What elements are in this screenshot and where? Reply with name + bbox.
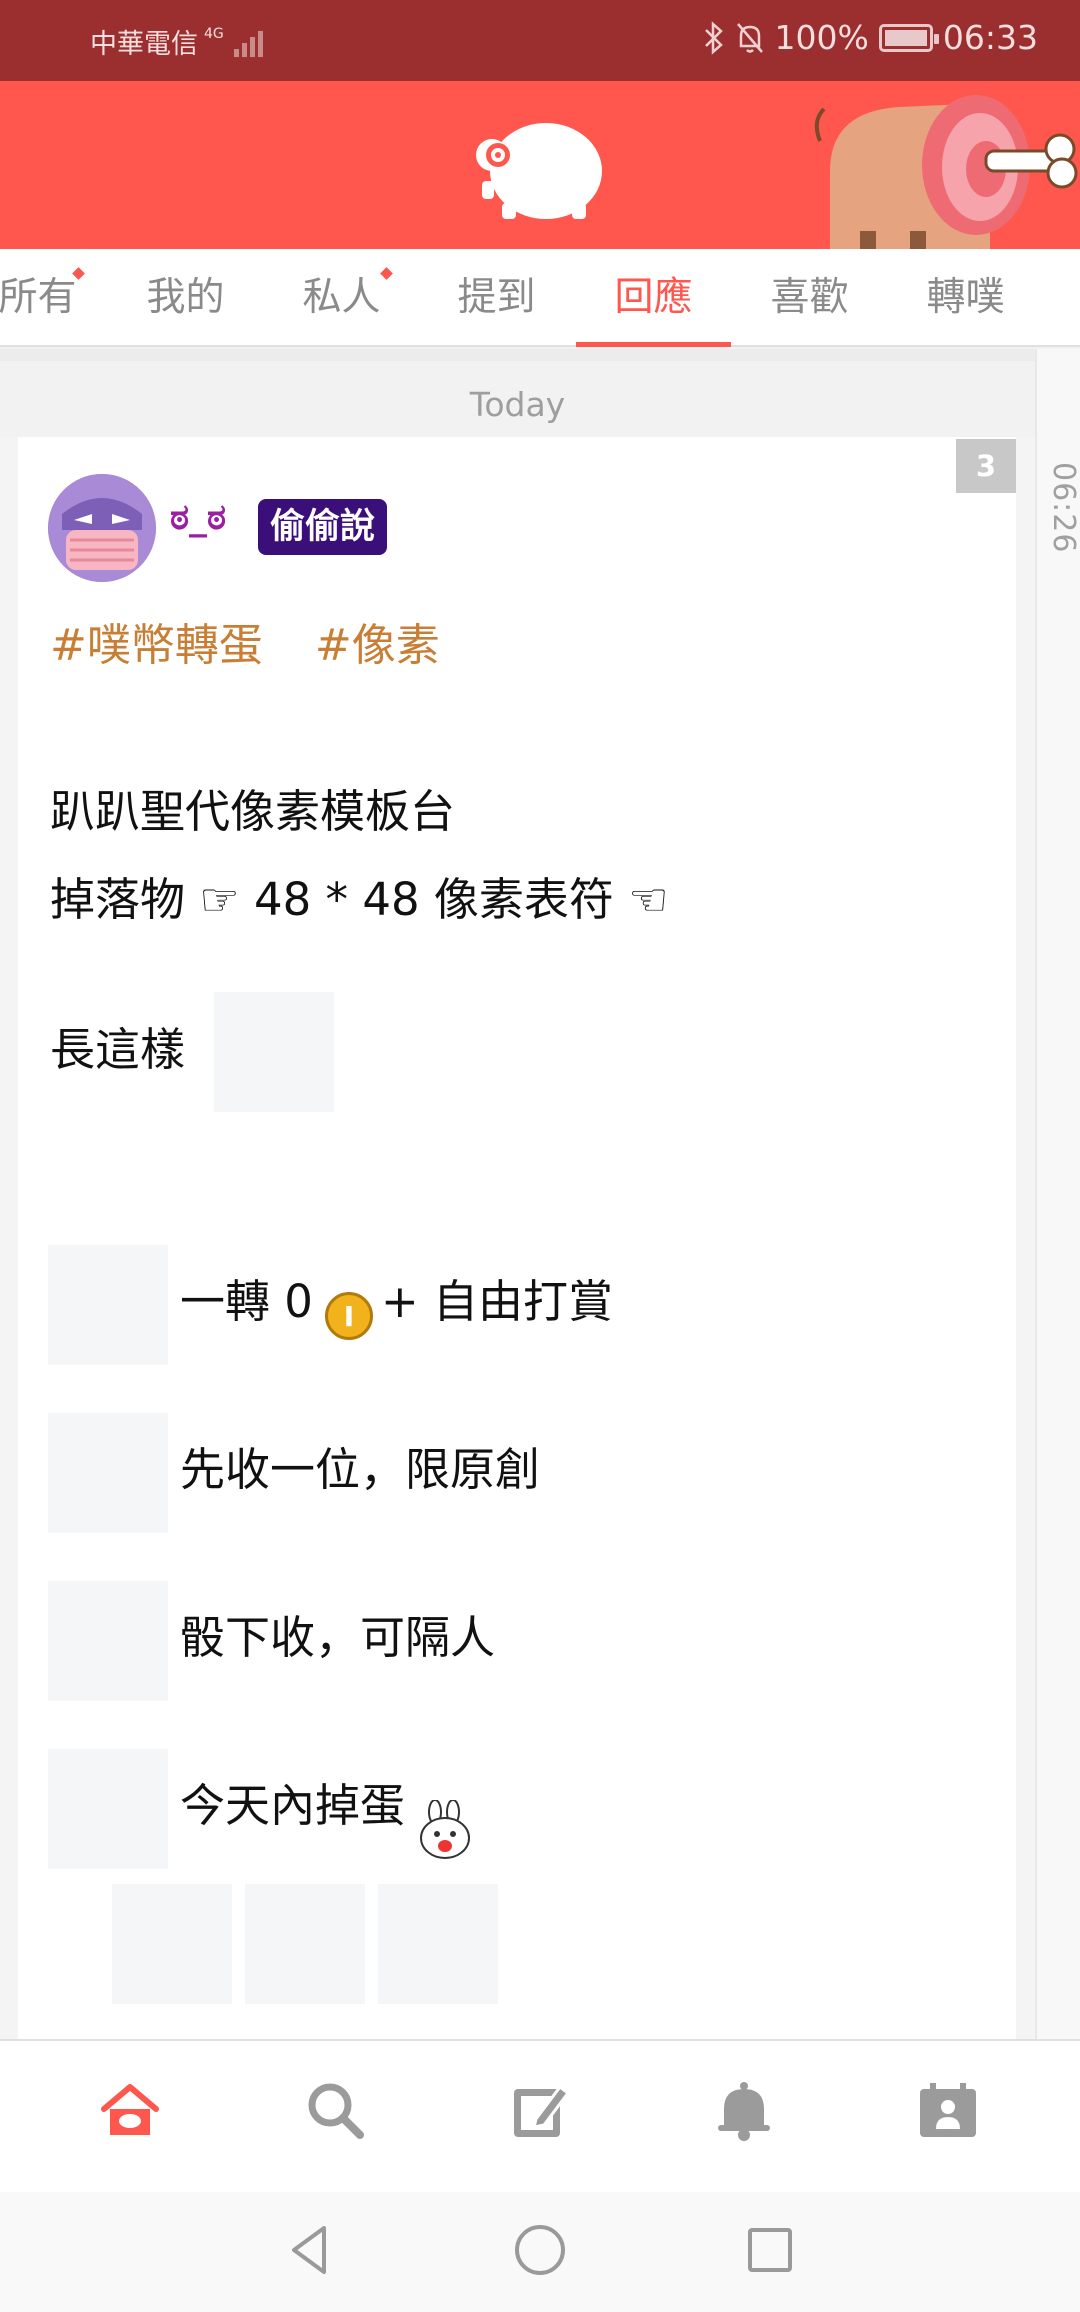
- system-navigation-bar: [0, 2192, 1080, 2312]
- tab-all[interactable]: 所有: [0, 249, 115, 345]
- day-separator: Today: [0, 349, 1035, 437]
- hashtags: #噗幣轉蛋 #像素: [50, 609, 492, 673]
- recents-icon[interactable]: [740, 2220, 800, 2280]
- tab-mine[interactable]: 我的: [108, 249, 263, 345]
- post-line-next: 骰下收，可隔人: [180, 1611, 496, 1664]
- emoticon-image[interactable]: [245, 1884, 365, 2004]
- tab-replurks-label: 轉噗: [926, 275, 1005, 320]
- bell-icon[interactable]: [712, 2079, 776, 2143]
- emoticon-image[interactable]: [214, 992, 334, 1112]
- tab-mine-label: 我的: [146, 275, 225, 320]
- response-count-badge[interactable]: 3: [956, 439, 1016, 493]
- home-icon[interactable]: [98, 2079, 162, 2143]
- carrier-info: 中華電信 4G: [90, 22, 263, 61]
- tab-responses-label: 回應: [614, 275, 693, 320]
- mute-bell-icon: [736, 22, 763, 53]
- search-icon[interactable]: [304, 2079, 368, 2143]
- profile-card-icon[interactable]: [916, 2079, 980, 2143]
- unread-dot: [380, 267, 393, 280]
- post-time: 06:26: [1046, 462, 1080, 554]
- plurk-coin-icon: [324, 1291, 373, 1340]
- meat-bone-icon: [814, 95, 1078, 249]
- bunny-emoticon-icon: [420, 1799, 471, 1859]
- post-line-first: 先收一位，限原創: [180, 1443, 541, 1496]
- bottom-navigation: [0, 2039, 1080, 2192]
- nickname[interactable]: ಠ_ಠ: [170, 497, 226, 539]
- spin-suffix-text: + 自由打賞: [380, 1275, 613, 1328]
- bluetooth-icon: [704, 20, 723, 55]
- post-line-today: 今天內掉蛋: [180, 1769, 473, 1859]
- qualifier-badge: 偷偷說: [258, 499, 388, 555]
- battery-percent: 100%: [774, 18, 869, 57]
- emoticon-image[interactable]: [48, 1581, 168, 1701]
- tab-likes-label: 喜歡: [770, 275, 849, 320]
- emoticon-image[interactable]: [48, 1413, 168, 1533]
- status-bar: 中華電信 4G 100% 06:33: [0, 0, 1080, 81]
- back-icon[interactable]: [280, 2220, 340, 2280]
- network-type: 4G: [204, 25, 224, 42]
- home-circle-icon[interactable]: [510, 2220, 570, 2280]
- tab-likes[interactable]: 喜歡: [732, 249, 887, 345]
- post-line-title: 趴趴聖代像素模板台: [50, 785, 456, 838]
- spin-text: 一轉 0: [180, 1275, 313, 1328]
- hashtag[interactable]: #像素: [315, 620, 440, 671]
- today-text: 今天內掉蛋: [180, 1779, 406, 1832]
- tab-all-label: 所有: [0, 275, 77, 320]
- hashtag[interactable]: #噗幣轉蛋: [50, 620, 263, 671]
- app-header: [0, 81, 1080, 249]
- clock: 06:33: [942, 18, 1038, 57]
- tab-private[interactable]: 私人: [264, 249, 419, 345]
- emoticon-image[interactable]: [48, 1749, 168, 1869]
- post-line-spin: 一轉 0 + 自由打賞: [180, 1265, 613, 1340]
- emoticon-image[interactable]: [48, 1245, 168, 1365]
- tab-mentions-label: 提到: [457, 275, 536, 320]
- emoticon-image[interactable]: [112, 1884, 232, 2004]
- post-line-drop: 掉落物 ☞ 48 * 48 像素表符 ☜: [50, 873, 669, 926]
- post-line-looks: 長這樣: [50, 1023, 186, 1076]
- signal-icon: [233, 27, 263, 57]
- carrier-name: 中華電信: [90, 29, 198, 60]
- filter-tabs: 所有 我的 私人 提到 回應 喜歡 轉噗: [0, 249, 1080, 347]
- timeline-rail[interactable]: [1035, 349, 1080, 2039]
- battery-icon: [878, 23, 939, 52]
- status-icons: 100% 06:33: [703, 18, 1038, 57]
- plurk-logo-icon[interactable]: [472, 115, 610, 223]
- avatar[interactable]: [48, 474, 156, 582]
- plurk-card[interactable]: 3 ಠ_ಠ 偷偷說 #噗幣轉蛋 #像素 趴趴聖代像素模板台 掉落物 ☞ 48 * …: [18, 437, 1016, 2039]
- tab-responses[interactable]: 回應: [576, 249, 731, 347]
- emoticon-image[interactable]: [378, 1884, 498, 2004]
- tab-replurks[interactable]: 轉噗: [888, 249, 1043, 345]
- compose-icon[interactable]: [508, 2079, 572, 2143]
- tab-private-label: 私人: [302, 275, 381, 320]
- tab-mentions[interactable]: 提到: [419, 249, 574, 345]
